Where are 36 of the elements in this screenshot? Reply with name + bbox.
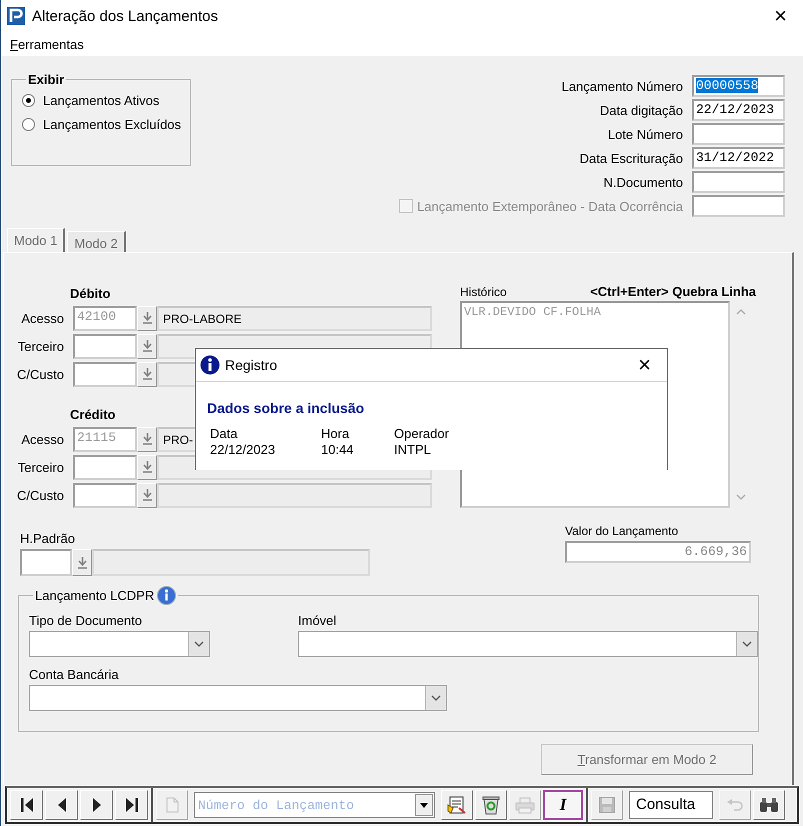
radio-label: Lançamentos Ativos	[43, 93, 160, 108]
field-label: Imóvel	[298, 613, 338, 628]
group-title: Lançamento LCDPR	[35, 588, 154, 603]
field-label: Tipo de Documento	[29, 613, 143, 628]
column-label: Data	[210, 426, 238, 441]
group-title: Exibir	[27, 72, 66, 87]
column-label: Hora	[321, 426, 350, 441]
column-value: INTPL	[394, 442, 432, 457]
field-label: C/Custo	[16, 366, 64, 382]
field-label: Terceiro	[16, 460, 64, 474]
field-label: Conta Bancária	[29, 667, 120, 682]
checkbox-label: Lançamento Extemporâneo - Data Ocorrência	[417, 198, 683, 214]
mode-field: Consulta	[629, 791, 713, 819]
field-label: Data digitação	[598, 102, 683, 118]
column-value: 10:44	[321, 442, 355, 457]
dialog-heading: Dados sobre a inclusão	[207, 400, 366, 416]
field-label: Lote Número	[606, 126, 683, 142]
field-label: H.Padrão	[20, 531, 76, 546]
section-title: Débito	[70, 286, 110, 303]
dialog-title: Registro	[225, 357, 278, 373]
field-label: Terceiro	[16, 338, 64, 354]
column-label: Operador	[394, 426, 450, 441]
window-title: Alteração dos Lançamentos	[32, 8, 219, 24]
radio-label: Lançamentos Excluídos	[43, 117, 182, 132]
description-field: PRO-LABORE	[157, 306, 432, 330]
field-label: Data Escrituração	[578, 150, 683, 166]
field-label: Valor do Lançamento	[565, 524, 680, 538]
field-label: Acesso	[20, 432, 64, 446]
section-title: Crédito	[70, 407, 116, 424]
field-label: N.Documento	[602, 174, 683, 190]
field-label: C/Custo	[16, 488, 64, 502]
field-label: Acesso	[20, 310, 64, 326]
hint-text: <Ctrl+Enter> Quebra Linha	[590, 284, 756, 299]
field-label: Lançamento Número	[560, 78, 683, 94]
column-value: 22/12/2023	[210, 442, 276, 457]
field-label: Histórico	[460, 285, 507, 299]
